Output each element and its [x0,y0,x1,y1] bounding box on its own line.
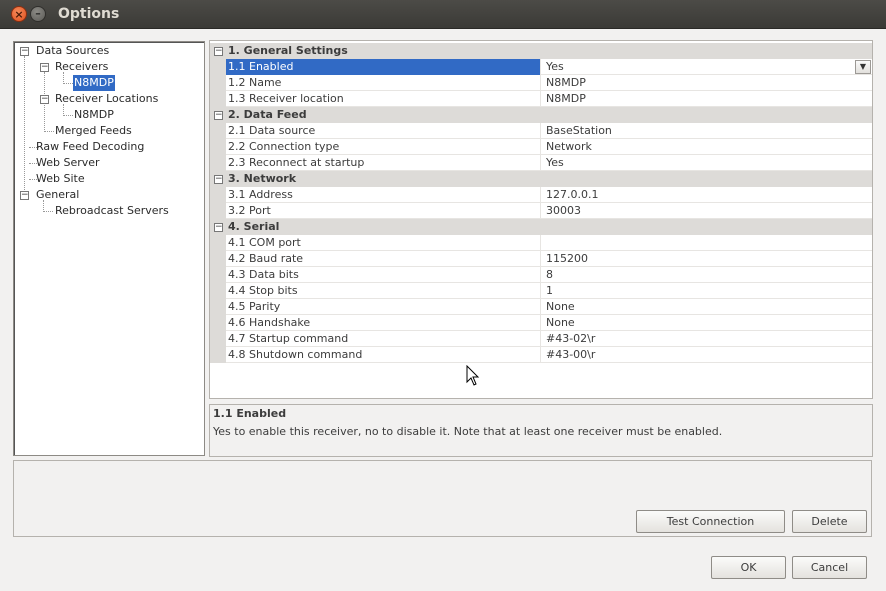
enabled-value-select[interactable]: Yes ▼ [542,59,872,75]
property-name: 2.3 Reconnect at startup [226,155,541,171]
property-row[interactable]: 4.4 Stop bits 1 [210,283,872,299]
property-value[interactable]: None [542,299,872,315]
category-serial[interactable]: − 4. Serial [210,219,872,235]
collapse-category-icon[interactable]: − [214,111,223,120]
property-value[interactable]: #43-02\r [542,331,872,347]
window-title: Options [58,6,120,22]
property-name: 4.2 Baud rate [226,251,541,267]
property-value[interactable] [542,235,872,251]
property-row[interactable]: 4.6 Handshake None [210,315,872,331]
property-row[interactable]: 2.2 Connection type Network [210,139,872,155]
tree-item-receiver-n8mdp[interactable]: N8MDP [73,75,115,91]
property-value[interactable]: BaseStation [542,123,872,139]
property-name: 4.7 Startup command [226,331,541,347]
cancel-button[interactable]: Cancel [792,556,867,579]
tree-item-web-server[interactable]: Web Server [36,155,100,171]
property-value[interactable]: Network [542,139,872,155]
property-row[interactable]: 4.5 Parity None [210,299,872,315]
property-name: 4.4 Stop bits [226,283,541,299]
category-data-feed[interactable]: − 2. Data Feed [210,107,872,123]
property-row[interactable]: 3.1 Address 127.0.0.1 [210,187,872,203]
property-value[interactable]: 30003 [542,203,872,219]
collapse-receiver-locations-icon[interactable]: − [40,95,49,104]
property-row[interactable]: 1.2 Name N8MDP [210,75,872,91]
collapse-receivers-icon[interactable]: − [40,63,49,72]
collapse-data-sources-icon[interactable]: − [20,47,29,56]
title-bar: × – Options [0,0,886,29]
property-value[interactable]: 127.0.0.1 [542,187,872,203]
property-name: 4.5 Parity [226,299,541,315]
property-row[interactable]: 4.3 Data bits 8 [210,267,872,283]
tree-item-receivers[interactable]: Receivers [55,59,108,75]
property-row[interactable]: 3.2 Port 30003 [210,203,872,219]
chevron-down-icon[interactable]: ▼ [855,60,871,74]
property-name: 1.2 Name [226,75,541,91]
category-general-settings[interactable]: − 1. General Settings [210,43,872,59]
delete-button[interactable]: Delete [792,510,867,533]
property-value[interactable]: 8 [542,267,872,283]
property-row[interactable]: 4.2 Baud rate 115200 [210,251,872,267]
property-name: 2.2 Connection type [226,139,541,155]
property-description: 1.1 Enabled Yes to enable this receiver,… [209,404,873,457]
collapse-general-icon[interactable]: − [20,191,29,200]
property-name: 3.2 Port [226,203,541,219]
test-connection-button[interactable]: Test Connection [636,510,785,533]
property-name: 2.1 Data source [226,123,541,139]
mouse-pointer-icon [466,365,480,386]
property-row[interactable]: 4.8 Shutdown command #43-00\r [210,347,872,363]
property-value[interactable]: N8MDP [542,75,872,91]
property-row[interactable]: 2.3 Reconnect at startup Yes [210,155,872,171]
property-name: 1.1 Enabled [226,59,541,75]
tree-item-location-n8mdp[interactable]: N8MDP [74,107,114,123]
tree-item-raw-feed-decoding[interactable]: Raw Feed Decoding [36,139,144,155]
property-value[interactable]: N8MDP [542,91,872,107]
receiver-actions-panel: Test Connection Delete [13,460,872,537]
property-value[interactable]: 115200 [542,251,872,267]
description-text: Yes to enable this receiver, no to disab… [213,425,723,438]
category-network[interactable]: − 3. Network [210,171,872,187]
collapse-category-icon[interactable]: − [214,175,223,184]
property-grid[interactable]: − 1. General Settings 1.1 Enabled Yes ▼ … [209,40,873,399]
close-window-button[interactable]: × [11,6,27,22]
property-name: 3.1 Address [226,187,541,203]
property-name: 1.3 Receiver location [226,91,541,107]
property-row[interactable]: 2.1 Data source BaseStation [210,123,872,139]
property-row[interactable]: 4.7 Startup command #43-02\r [210,331,872,347]
property-name: 4.6 Handshake [226,315,541,331]
ok-button[interactable]: OK [711,556,786,579]
options-tree[interactable]: − Data Sources − Receivers N8MDP − Recei… [13,41,205,456]
tree-item-rebroadcast-servers[interactable]: Rebroadcast Servers [55,203,169,219]
property-name: 4.1 COM port [226,235,541,251]
tree-item-data-sources[interactable]: Data Sources [36,43,109,59]
property-name: 4.3 Data bits [226,267,541,283]
close-icon: × [14,8,24,21]
collapse-category-icon[interactable]: − [214,47,223,56]
tree-item-receiver-locations[interactable]: Receiver Locations [55,91,158,107]
property-value[interactable]: #43-00\r [542,347,872,363]
property-value[interactable]: 1 [542,283,872,299]
tree-item-general[interactable]: General [36,187,79,203]
property-name: 4.8 Shutdown command [226,347,541,363]
minimize-window-button[interactable]: – [30,6,46,22]
property-row[interactable]: 1.3 Receiver location N8MDP [210,91,872,107]
collapse-category-icon[interactable]: − [214,223,223,232]
property-value[interactable]: Yes [542,155,872,171]
property-row[interactable]: 4.1 COM port [210,235,872,251]
property-row[interactable]: 1.1 Enabled Yes ▼ [210,59,872,75]
tree-item-web-site[interactable]: Web Site [36,171,85,187]
property-value[interactable]: None [542,315,872,331]
description-title: 1.1 Enabled [213,407,287,420]
tree-item-merged-feeds[interactable]: Merged Feeds [55,123,132,139]
minimize-icon: – [35,7,41,20]
